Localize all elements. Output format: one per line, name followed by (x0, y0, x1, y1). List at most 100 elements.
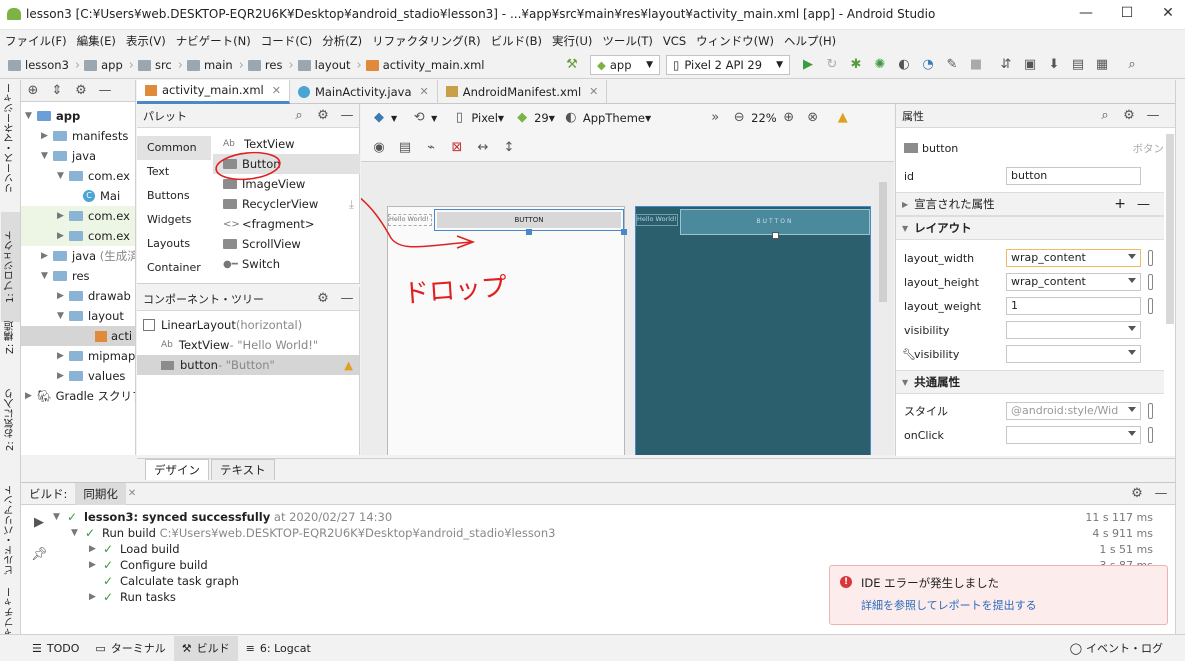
coverage-icon[interactable]: ◐ (896, 57, 912, 73)
close-icon[interactable]: ✕ (128, 488, 136, 499)
download-icon[interactable]: ⤓ (349, 197, 354, 212)
gear-icon[interactable]: ⚙ (315, 108, 331, 124)
maximize-button[interactable]: ☐ (1117, 5, 1137, 21)
add-icon[interactable]: + (1114, 196, 1126, 212)
search-icon[interactable]: ⌕ (1124, 57, 1140, 73)
minimize-icon[interactable]: — (339, 291, 355, 307)
breadcrumb-main[interactable]: main › (186, 58, 244, 73)
device-file-icon[interactable]: ▦ (1094, 57, 1110, 73)
sync-gradle-icon[interactable]: ⇵ (998, 57, 1014, 73)
tree-linearlayout[interactable]: LinearLayout (horizontal) (143, 315, 302, 335)
sdk-manager-icon[interactable]: ⬇ (1046, 57, 1062, 73)
resource-manager-tab[interactable]: リソース・マネージャー (1, 83, 20, 193)
event-log-tab[interactable]: ◯ イベント・ログ (1062, 636, 1171, 661)
breadcrumb-layout[interactable]: layout › (297, 58, 362, 73)
favorites-tab[interactable]: 2: お気に入り (1, 380, 20, 460)
menu-run[interactable]: 実行(U) (547, 30, 597, 52)
zoom-in-icon[interactable]: ⊕ (781, 110, 797, 126)
theme-icon[interactable]: ◐ (563, 110, 579, 126)
resource-picker-icon[interactable] (1148, 274, 1153, 290)
tree-node-package-test[interactable]: ▶ com.ex (21, 206, 135, 226)
device-select[interactable]: ▯ Pixel 2 API 29 ▼ (666, 55, 790, 75)
gear-icon[interactable]: ⚙ (1121, 108, 1137, 124)
menu-analyze[interactable]: 分析(Z) (317, 30, 367, 52)
layers-icon[interactable]: ◆ (371, 110, 387, 126)
layout-height-select[interactable]: wrap_content (1006, 273, 1141, 291)
tree-node-java-generated[interactable]: ▶ java (生成済 (41, 246, 135, 266)
ide-error-notification[interactable]: ! IDE エラーが発生しました 詳細を参照してレポートを提出する (829, 565, 1168, 625)
breadcrumb-app[interactable]: app › (84, 58, 134, 73)
resource-picker-icon[interactable] (1148, 250, 1153, 266)
minimize-button[interactable]: — (1076, 5, 1096, 21)
menu-file[interactable]: ファイル(F) (0, 30, 72, 52)
menu-tools[interactable]: ツール(T) (597, 30, 658, 52)
clear-constraints-icon[interactable]: ⊠ (449, 140, 465, 156)
tab-activity-main[interactable]: activity_main.xml ✕ (137, 79, 290, 104)
error-report-link[interactable]: 詳細を参照してレポートを提出する (861, 597, 1037, 613)
crosshair-icon[interactable]: ⊕ (25, 83, 41, 99)
tree-node-values[interactable]: ▶ values (57, 366, 125, 386)
project-tab[interactable]: 1: プロジェクト (1, 212, 20, 322)
palette-category-text[interactable]: Text (137, 160, 211, 184)
gear-icon[interactable]: ⚙ (315, 291, 331, 307)
close-icon[interactable]: ✕ (420, 85, 429, 98)
profile-icon[interactable]: ◔ (920, 57, 936, 73)
menu-vcs[interactable]: VCS (658, 30, 691, 52)
tree-node-manifests[interactable]: ▶ manifests (41, 126, 128, 146)
search-icon[interactable]: ⌕ (1097, 108, 1113, 124)
breadcrumb-lesson3[interactable]: lesson3 › (8, 58, 80, 73)
collapse-all-icon[interactable]: ⇕ (49, 83, 65, 99)
tree-node-drawable[interactable]: ▶ drawab (57, 286, 131, 306)
layout-weight-input[interactable]: 1 (1006, 297, 1141, 315)
rerun-icon[interactable]: ▶ (31, 515, 47, 531)
tree-node-res[interactable]: ▼ res (41, 266, 90, 286)
minimize-icon[interactable]: — (97, 83, 113, 99)
breadcrumb-activity-main[interactable]: activity_main.xml (365, 58, 484, 72)
layout-width-select[interactable]: wrap_content (1006, 249, 1141, 267)
zoom-out-icon[interactable]: ⊖ (731, 110, 747, 126)
close-icon[interactable]: ✕ (272, 84, 281, 97)
tree-node-package-androidtest[interactable]: ▶ com.ex (21, 226, 135, 246)
warning-icon[interactable]: ▲ (344, 358, 353, 372)
minimize-icon[interactable]: — (1153, 486, 1169, 502)
close-button[interactable]: ✕ (1158, 5, 1178, 21)
pin-icon[interactable]: 📌︎ (31, 547, 48, 563)
tree-node-mipmap[interactable]: ▶ mipmap (57, 346, 135, 366)
tab-mainactivity[interactable]: MainActivity.java ✕ (290, 79, 438, 104)
tree-node-gradle[interactable]: ▶ 🐘︎ Gradle スクリプ (25, 386, 135, 406)
palette-category-container[interactable]: Container (137, 256, 211, 280)
build-row[interactable]: ▶ ✓ Run tasks (89, 589, 176, 605)
orientation-icon[interactable]: ⟲ (411, 110, 427, 126)
tab-text[interactable]: テキスト (211, 459, 275, 480)
tree-node-layout[interactable]: ▼ layout (57, 306, 124, 326)
autoconnect-off-icon[interactable]: ⌁ (423, 140, 439, 156)
api-level[interactable]: 29 (534, 111, 549, 125)
run-icon[interactable]: ▶ (800, 57, 816, 73)
structure-tab[interactable]: Z: 構造 (1, 312, 20, 362)
breadcrumb-res[interactable]: res › (247, 58, 294, 73)
onclick-select[interactable] (1006, 426, 1141, 444)
close-icon[interactable]: ✕ (589, 85, 598, 98)
menu-navigate[interactable]: ナビゲート(N) (171, 30, 256, 52)
remove-icon[interactable]: — (1137, 197, 1150, 212)
layout-grid-icon[interactable]: ▤ (397, 140, 413, 156)
visibility-select[interactable] (1006, 321, 1141, 339)
minimize-icon[interactable]: — (339, 108, 355, 124)
menu-window[interactable]: ウィンドウ(W) (691, 30, 779, 52)
debug-icon[interactable]: ✱ (848, 57, 864, 73)
tree-node-java[interactable]: ▼ java (41, 146, 96, 166)
phone-icon[interactable]: ▯ (451, 110, 467, 126)
bug-icon[interactable]: ✺ (872, 57, 888, 73)
vertical-scrollbar[interactable] (1166, 134, 1174, 324)
common-attributes-section[interactable]: ▼ 共通属性 (896, 370, 1164, 394)
module-select[interactable]: ◆ app ▼ (590, 55, 660, 75)
build-variants-tab[interactable]: ビルド・バリアント (1, 480, 20, 580)
tree-node-activity-main[interactable]: acti (21, 326, 135, 346)
logcat-tab[interactable]: ≡ 6: Logcat (238, 636, 319, 661)
capture-tab[interactable]: ャプチャー (1, 587, 20, 637)
avd-manager-icon[interactable]: ▣ (1022, 57, 1038, 73)
theme-name[interactable]: AppTheme (583, 111, 645, 125)
tree-button[interactable]: button - "Button" ▲ (137, 355, 359, 375)
minimize-icon[interactable]: — (1145, 108, 1161, 124)
palette-category-layouts[interactable]: Layouts (137, 232, 211, 256)
